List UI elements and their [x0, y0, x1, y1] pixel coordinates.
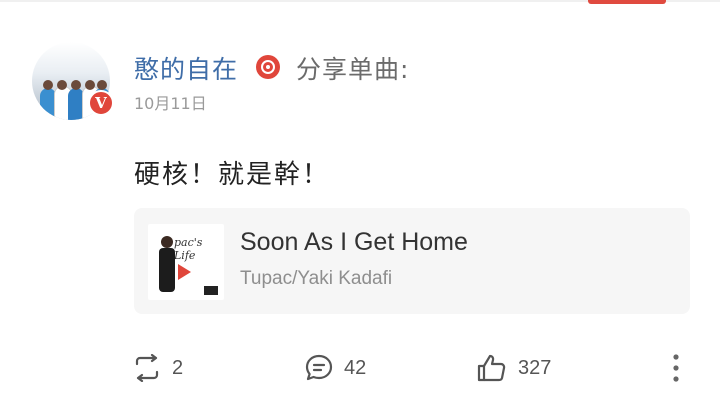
album-logo	[204, 286, 218, 295]
more-icon[interactable]	[664, 352, 688, 384]
username[interactable]: 憨的自在	[134, 50, 238, 86]
post-text: 硬核！就是幹！	[134, 160, 331, 190]
repost-count: 2	[172, 356, 184, 379]
like-icon	[477, 354, 506, 382]
post-date: 10月11日	[134, 94, 207, 113]
like-button[interactable]: 327	[476, 350, 551, 386]
action-bar: 2 42 327	[0, 350, 720, 390]
music-card[interactable]: pac's Life Soon As I Get Home Tupac/Yaki…	[134, 208, 690, 314]
album-cover: pac's Life	[148, 224, 224, 300]
comment-count: 42	[344, 356, 367, 379]
comment-button[interactable]: 42	[304, 350, 366, 386]
song-title: Soon As I Get Home	[240, 228, 468, 256]
repost-icon	[135, 354, 159, 382]
like-count: 327	[518, 356, 552, 379]
music-note-icon	[256, 55, 280, 79]
play-icon	[178, 264, 191, 280]
repost-button[interactable]: 2	[132, 350, 183, 386]
album-figure	[159, 236, 175, 292]
avatar[interactable]: V	[32, 42, 114, 124]
top-accent-bar	[588, 0, 666, 4]
comment-icon	[305, 354, 333, 381]
share-label: 分享单曲:	[296, 55, 410, 84]
verified-badge: V	[88, 90, 114, 116]
song-artist: Tupac/Yaki Kadafi	[240, 268, 393, 289]
album-art-text: pac's Life	[174, 236, 203, 262]
